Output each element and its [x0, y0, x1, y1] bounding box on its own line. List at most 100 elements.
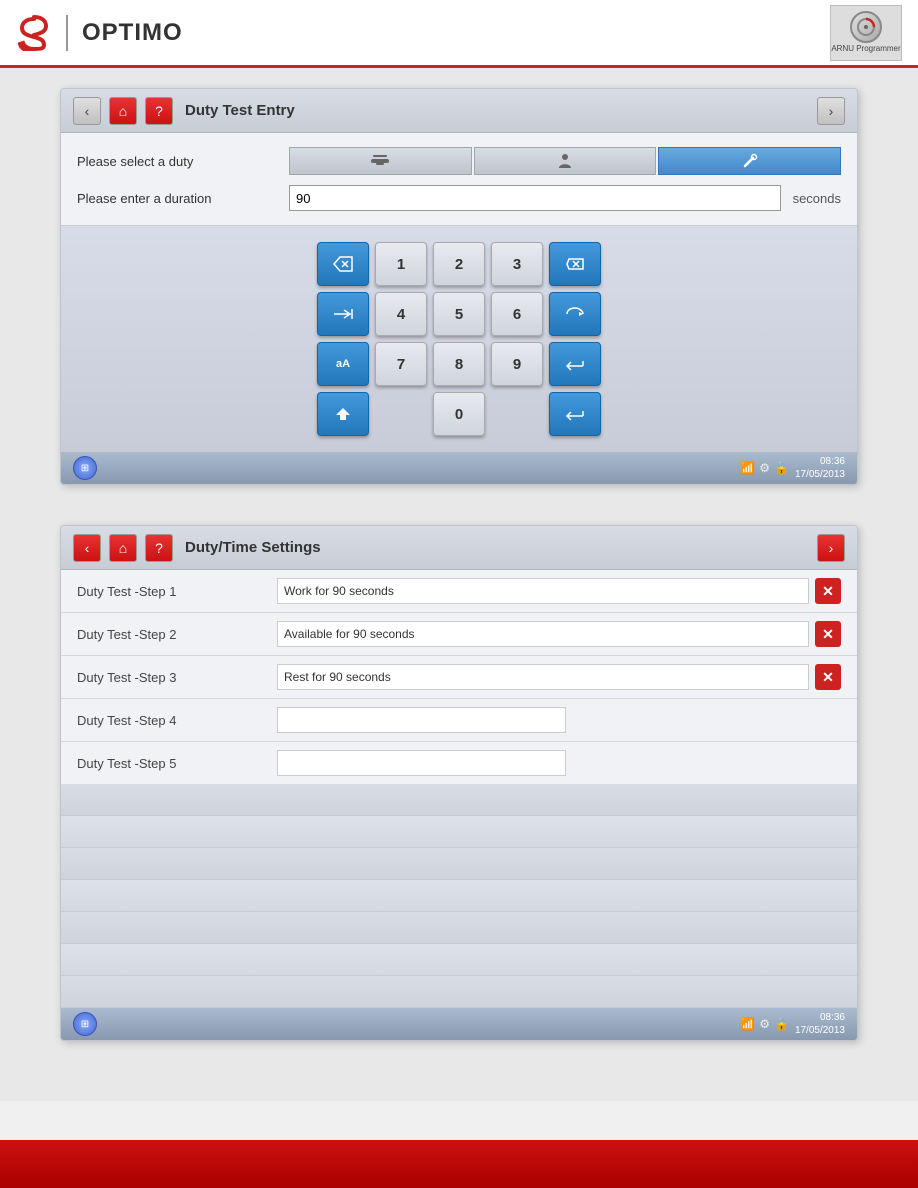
duty-step-1-label: Duty Test -Step 1: [77, 584, 277, 599]
panel1-clock: 08:36 17/05/2013: [795, 455, 845, 481]
duration-row: Please enter a duration seconds: [77, 185, 841, 211]
duty-drive-button[interactable]: [289, 147, 472, 175]
key-backspace-left[interactable]: [317, 242, 369, 286]
duty-step-3-label: Duty Test -Step 3: [77, 670, 277, 685]
panel2-forward-button[interactable]: ›: [817, 534, 845, 562]
duty-select-row: Please select a duty: [77, 147, 841, 175]
key-empty-left: [375, 392, 427, 436]
app-icon-label: ARNU Programmer: [831, 45, 900, 54]
panel2-clock: 08:36 17/05/2013: [795, 1011, 845, 1037]
stoneridge-logo-icon: [16, 15, 52, 51]
key-3[interactable]: 3: [491, 242, 543, 286]
duty-step-1-input[interactable]: [277, 578, 809, 604]
keypad-grid: 1 2 3 4 5 6 aA 7 8 9: [317, 242, 601, 436]
panel1-back-button[interactable]: ‹: [73, 97, 101, 125]
key-caps[interactable]: aA: [317, 342, 369, 386]
panel1-statusbar: ⊞ 📶 ⚙ 🔒 08:36 17/05/2013: [61, 452, 857, 484]
duty-step-2-input[interactable]: [277, 621, 809, 647]
optimo-logo-text: OPTIMO: [82, 19, 183, 47]
panel2-time: 08:36: [795, 1011, 845, 1024]
duty-step-5-row: Duty Test -Step 5: [61, 742, 857, 784]
key-backspace[interactable]: [549, 242, 601, 286]
panel2-titlebar: ‹ ⌂ ? Duty/Time Settings ›: [61, 526, 857, 570]
logo-area: OPTIMO: [16, 15, 183, 51]
duty-step-2-delete-button[interactable]: ✕: [815, 621, 841, 647]
duty-step-1-delete-button[interactable]: ✕: [815, 578, 841, 604]
panel1-windows-button[interactable]: ⊞: [73, 456, 97, 480]
panel1-form: Please select a duty: [61, 133, 857, 226]
duration-label: Please enter a duration: [77, 191, 277, 206]
duty-step-3-input[interactable]: [277, 664, 809, 690]
key-enter[interactable]: [549, 392, 601, 436]
panel1-forward-button[interactable]: ›: [817, 97, 845, 125]
key-4[interactable]: 4: [375, 292, 427, 336]
key-9[interactable]: 9: [491, 342, 543, 386]
panel1-signal-icon: 📶: [740, 461, 755, 475]
key-enter-line[interactable]: [549, 342, 601, 386]
panel2-windows-button[interactable]: ⊞: [73, 1012, 97, 1036]
duty-test-entry-panel: ‹ ⌂ ? Duty Test Entry › Please select a …: [60, 88, 858, 485]
key-5[interactable]: 5: [433, 292, 485, 336]
empty-row-4: [61, 880, 857, 912]
duty-select-label: Please select a duty: [77, 154, 277, 169]
panel1-status-right: 📶 ⚙ 🔒 08:36 17/05/2013: [740, 455, 845, 481]
empty-row-6: [61, 944, 857, 976]
duty-steps-list: Duty Test -Step 1 ✕ Duty Test -Step 2 ✕ …: [61, 570, 857, 784]
key-6[interactable]: 6: [491, 292, 543, 336]
panel2-lock-icon: 🔒: [774, 1017, 789, 1031]
header-app-icon[interactable]: ARNU Programmer: [830, 5, 902, 61]
duty-work-button[interactable]: [658, 147, 841, 175]
duty-type-selector: [289, 147, 841, 175]
panel1-status-icons: 📶 ⚙ 🔒: [740, 461, 789, 475]
panel2-settings-icon: ⚙: [759, 1017, 770, 1031]
panel1-lock-icon: 🔒: [774, 461, 789, 475]
empty-row-5: [61, 912, 857, 944]
panel1-settings-icon: ⚙: [759, 461, 770, 475]
panel1-date: 17/05/2013: [795, 468, 845, 481]
footer-bar: [0, 1140, 918, 1188]
duty-step-3-row: Duty Test -Step 3 ✕: [61, 656, 857, 699]
header: OPTIMO ARNU Programmer: [0, 0, 918, 68]
empty-row-7: [61, 976, 857, 1008]
key-clear[interactable]: [549, 292, 601, 336]
duty-available-button[interactable]: [474, 147, 657, 175]
duration-input[interactable]: [289, 185, 781, 211]
app-icon-image: [850, 11, 882, 43]
key-0[interactable]: 0: [433, 392, 485, 436]
key-shift[interactable]: [317, 392, 369, 436]
panel2-date: 17/05/2013: [795, 1024, 845, 1037]
panel1-help-button[interactable]: ?: [145, 97, 173, 125]
duty-step-2-row: Duty Test -Step 2 ✕: [61, 613, 857, 656]
panel2-back-button[interactable]: ‹: [73, 534, 101, 562]
logo-divider: [66, 15, 68, 51]
key-7[interactable]: 7: [375, 342, 427, 386]
panel2-home-button[interactable]: ⌂: [109, 534, 137, 562]
duty-step-3-delete-button[interactable]: ✕: [815, 664, 841, 690]
panel2-status-left: ⊞: [73, 1012, 97, 1036]
duty-step-4-label: Duty Test -Step 4: [77, 713, 277, 728]
duty-step-2-label: Duty Test -Step 2: [77, 627, 277, 642]
duty-step-4-row: Duty Test -Step 4: [61, 699, 857, 742]
panel2-title: Duty/Time Settings: [185, 539, 321, 556]
panel1-time: 08:36: [795, 455, 845, 468]
panel1-status-left: ⊞: [73, 456, 97, 480]
panel1-home-button[interactable]: ⌂: [109, 97, 137, 125]
panel1-titlebar: ‹ ⌂ ? Duty Test Entry ›: [61, 89, 857, 133]
keypad-area: 1 2 3 4 5 6 aA 7 8 9: [61, 226, 857, 452]
duty-time-settings-panel: ‹ ⌂ ? Duty/Time Settings › Duty Test -St…: [60, 525, 858, 1041]
key-1[interactable]: 1: [375, 242, 427, 286]
key-tab-right[interactable]: [317, 292, 369, 336]
panel2-statusbar: ⊞ 📶 ⚙ 🔒 08:36 17/05/2013: [61, 1008, 857, 1040]
empty-row-1: [61, 784, 857, 816]
duty-step-5-input[interactable]: [277, 750, 566, 776]
panel2-empty-rows: [61, 784, 857, 1008]
duty-step-4-input[interactable]: [277, 707, 566, 733]
panel2-status-icons: 📶 ⚙ 🔒: [740, 1017, 789, 1031]
duty-step-5-label: Duty Test -Step 5: [77, 756, 277, 771]
empty-row-3: [61, 848, 857, 880]
key-8[interactable]: 8: [433, 342, 485, 386]
key-2[interactable]: 2: [433, 242, 485, 286]
seconds-label: seconds: [793, 191, 841, 206]
panel2-status-right: 📶 ⚙ 🔒 08:36 17/05/2013: [740, 1011, 845, 1037]
panel2-help-button[interactable]: ?: [145, 534, 173, 562]
